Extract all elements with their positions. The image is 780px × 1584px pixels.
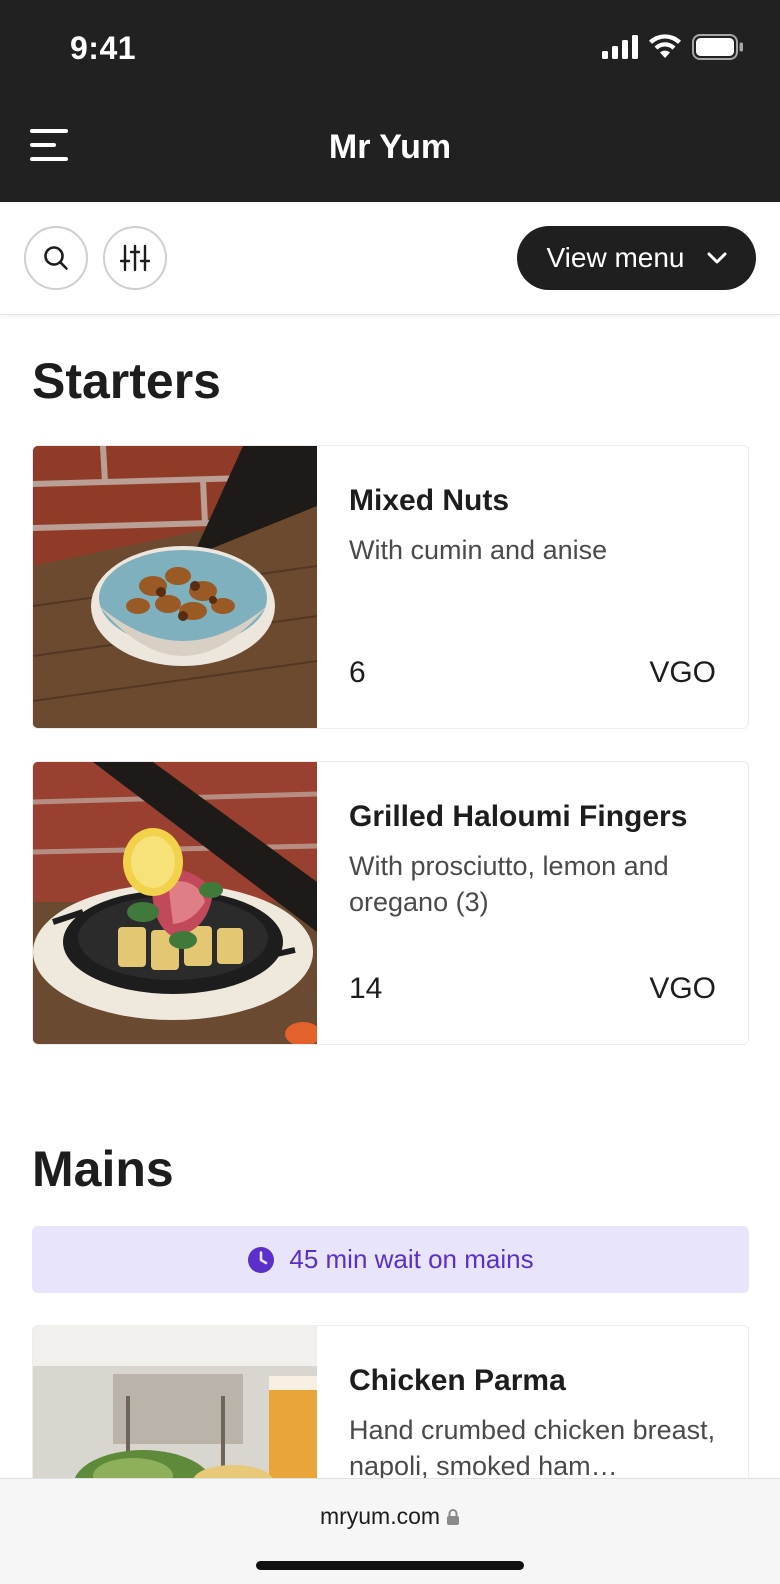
item-price: 6	[349, 656, 366, 689]
filter-button[interactable]	[103, 226, 167, 290]
search-icon	[44, 246, 68, 270]
chevron-down-icon	[707, 252, 726, 264]
url-display[interactable]: mryum.com	[0, 1503, 780, 1530]
menu-toolbar: View menu	[0, 202, 780, 315]
wait-time-text: 45 min wait on mains	[289, 1244, 534, 1274]
view-menu-button[interactable]: View menu	[517, 226, 756, 290]
item-description: Hand crumbed chicken breast, napoli, smo…	[349, 1415, 716, 1481]
clock-icon	[248, 1246, 275, 1273]
view-menu-label: View menu	[546, 242, 685, 273]
item-name: Mixed Nuts	[349, 484, 510, 517]
search-button[interactable]	[24, 226, 88, 290]
status-bar: 9:41	[0, 0, 780, 100]
item-description: With prosciutto, lemon and oregano (3)	[349, 851, 669, 917]
item-name: Grilled Haloumi Fingers	[349, 800, 688, 833]
wait-time-notice: 45 min wait on mains	[32, 1226, 749, 1293]
home-indicator	[256, 1561, 524, 1570]
item-name: Chicken Parma	[349, 1364, 566, 1397]
cellular-signal-icon	[602, 35, 638, 59]
menu-item-card[interactable]: Grilled Haloumi Fingers With prosciutto,…	[32, 761, 749, 1045]
url-text: mryum.com	[319, 1503, 441, 1529]
section-title-starters: Starters	[32, 353, 221, 409]
item-dietary-tags: VGO	[649, 656, 716, 689]
browser-address-bar: mryum.com	[0, 1478, 780, 1584]
app-header: Mr Yum	[0, 100, 780, 202]
sliders-icon	[120, 244, 150, 272]
wifi-icon	[649, 34, 681, 58]
lock-icon	[447, 1508, 460, 1525]
menu-item-details: Grilled Haloumi Fingers With prosciutto,…	[349, 762, 716, 1044]
item-dietary-tags: VGO	[649, 972, 716, 1005]
status-icons	[602, 34, 744, 60]
menu-item-card[interactable]: Mixed Nuts With cumin and anise 6 VGO	[32, 445, 749, 729]
item-price: 14	[349, 972, 383, 1005]
item-description: With cumin and anise	[349, 535, 608, 565]
section-title-mains: Mains	[32, 1141, 174, 1197]
haloumi-pan-photo	[33, 762, 317, 1044]
battery-icon	[692, 34, 743, 60]
status-time: 9:41	[70, 30, 137, 66]
venue-title: Mr Yum	[328, 128, 452, 166]
bowl-of-nuts-photo	[33, 446, 317, 728]
menu-item-details: Mixed Nuts With cumin and anise 6 VGO	[349, 446, 716, 728]
